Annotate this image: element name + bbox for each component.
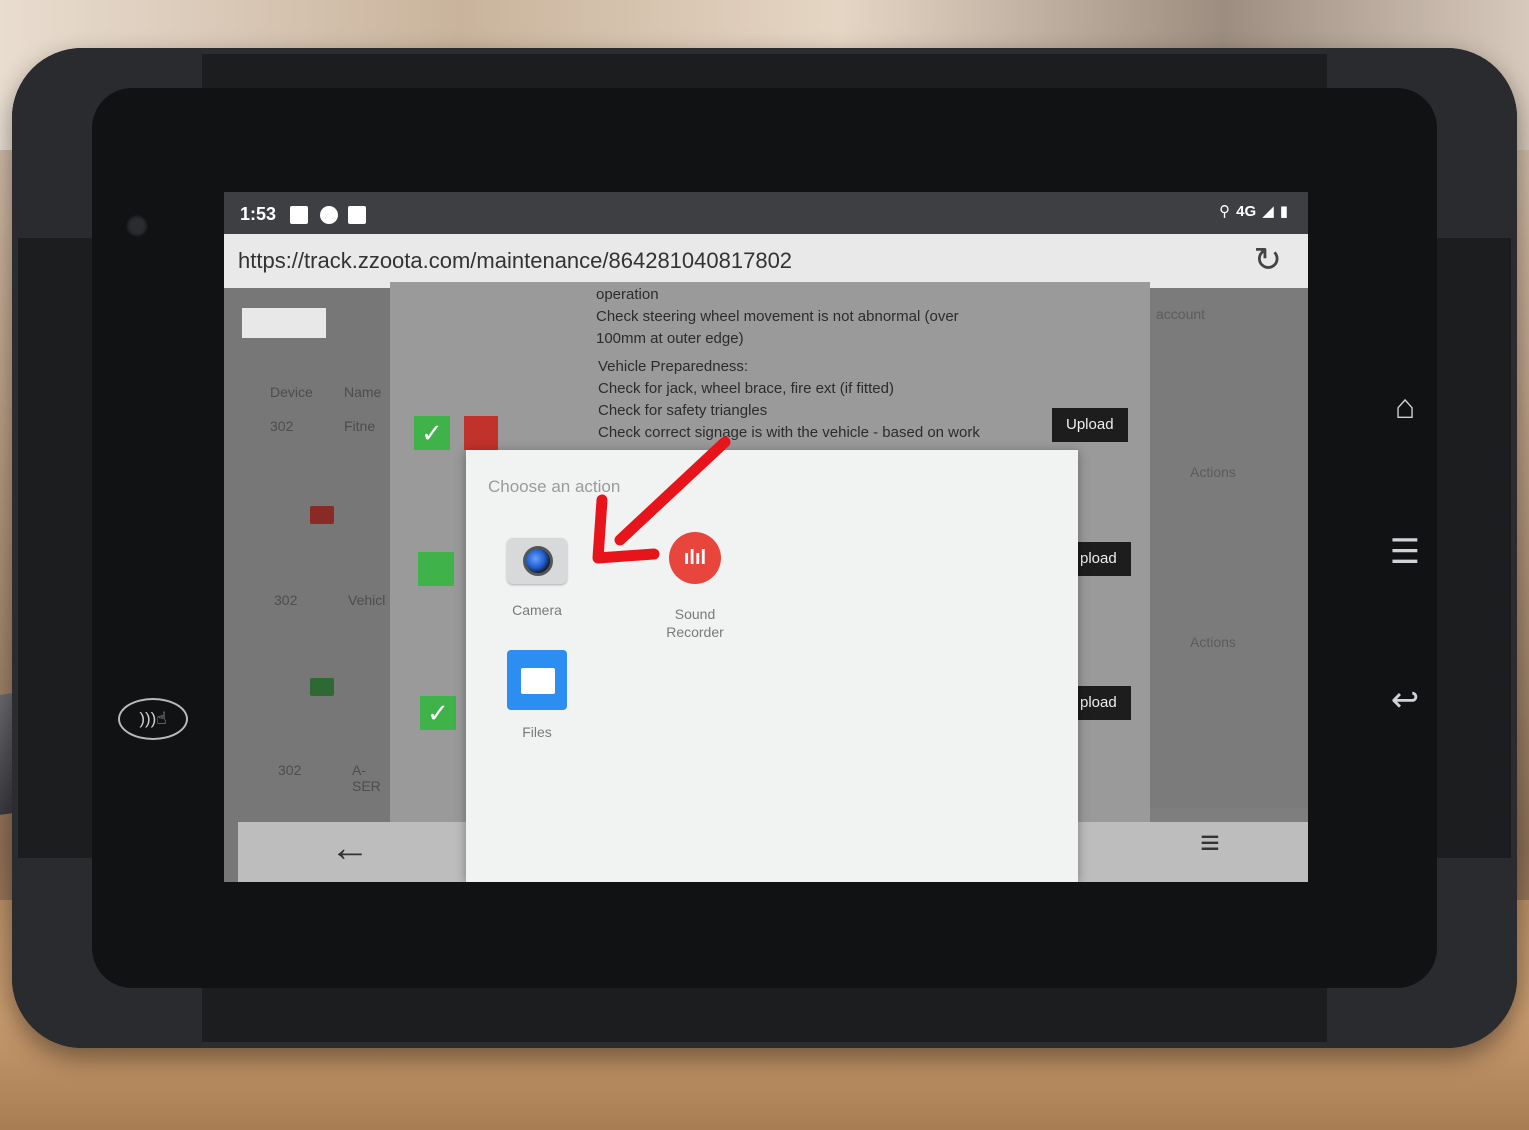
app-chooser-dialog: Choose an action Camera ılıl Sound Recor… (466, 450, 1078, 882)
location-icon: ⚲ (1219, 203, 1231, 220)
reload-icon[interactable]: ↻ (1254, 240, 1283, 280)
fail-button[interactable] (464, 416, 498, 450)
url-text[interactable]: https://track.zzoota.com/maintenance/864… (238, 248, 792, 274)
header-name: Name (344, 384, 382, 400)
files-app-option[interactable]: Files (482, 650, 592, 741)
pass-check-icon[interactable]: ✓ (420, 696, 456, 730)
site-logo (242, 308, 326, 338)
status-time: 1:53 (240, 204, 277, 224)
camera-icon (507, 528, 567, 588)
row-device: 302 (278, 762, 302, 778)
annotation-arrow (592, 436, 731, 564)
row-name[interactable]: Fitne (344, 418, 375, 434)
menu-key-icon[interactable]: ☰ (1380, 532, 1430, 572)
signal-icon: ◢ (1262, 203, 1274, 220)
back-arrow-icon[interactable]: ← (330, 826, 370, 871)
row-name[interactable]: A-SER (352, 762, 394, 794)
battery-icon: ▮ (1279, 203, 1288, 220)
front-camera-icon (126, 215, 148, 237)
checklist-line: operation (596, 286, 659, 303)
device-table-panel: Device Name 302 Fitne 302 Vehicl 302 A-S… (224, 288, 394, 882)
actions-label: Actions (1190, 464, 1236, 480)
checklist-heading: Vehicle Preparedness: (598, 358, 749, 375)
back-key-icon[interactable]: ↩ (1380, 680, 1430, 720)
checklist-line: Check steering wheel movement is not abn… (596, 308, 959, 325)
nfc-icon: )))☝ (118, 698, 188, 740)
app-label: Files (522, 724, 552, 740)
camera-app-option[interactable]: Camera (482, 528, 592, 619)
files-icon (507, 650, 567, 710)
checklist-line: Check for safety triangles (598, 402, 768, 419)
notification-icon (290, 206, 308, 224)
sync-icon (320, 206, 338, 224)
checklist-line: Check for jack, wheel brace, fire ext (i… (598, 380, 894, 397)
upload-button[interactable]: Upload (1052, 408, 1128, 442)
actions-panel: account Actions Actions (1150, 288, 1308, 808)
row-device: 302 (270, 418, 294, 434)
checklist-text-a: operation Check steering wheel movement … (596, 284, 959, 350)
status-badge (310, 506, 334, 524)
account-label[interactable]: account (1156, 306, 1205, 322)
header-device: Device (270, 384, 313, 400)
row-device: 302 (274, 592, 298, 608)
app-label: Sound Recorder (666, 606, 724, 640)
pass-check-icon[interactable]: ✓ (414, 416, 450, 450)
tablet-screen: 1:53 ⚲ 4G ◢ ▮ https://track.zzoota.com/m… (224, 192, 1308, 882)
status-bar: 1:53 ⚲ 4G ◢ ▮ (224, 192, 1308, 234)
status-right: ⚲ 4G ◢ ▮ (1219, 202, 1288, 221)
app-label: Camera (512, 602, 562, 618)
home-key-icon[interactable]: ⌂ (1380, 388, 1430, 427)
status-badge (310, 678, 334, 696)
notification-icon (348, 206, 366, 224)
actions-label: Actions (1190, 634, 1236, 650)
network-label: 4G (1236, 202, 1257, 220)
checklist-line: 100mm at outer edge) (596, 330, 744, 347)
pass-check-icon[interactable] (418, 552, 454, 586)
row-name[interactable]: Vehicl (348, 592, 385, 608)
url-bar[interactable]: https://track.zzoota.com/maintenance/864… (224, 234, 1308, 288)
menu-icon[interactable]: ≡ (1200, 824, 1220, 863)
